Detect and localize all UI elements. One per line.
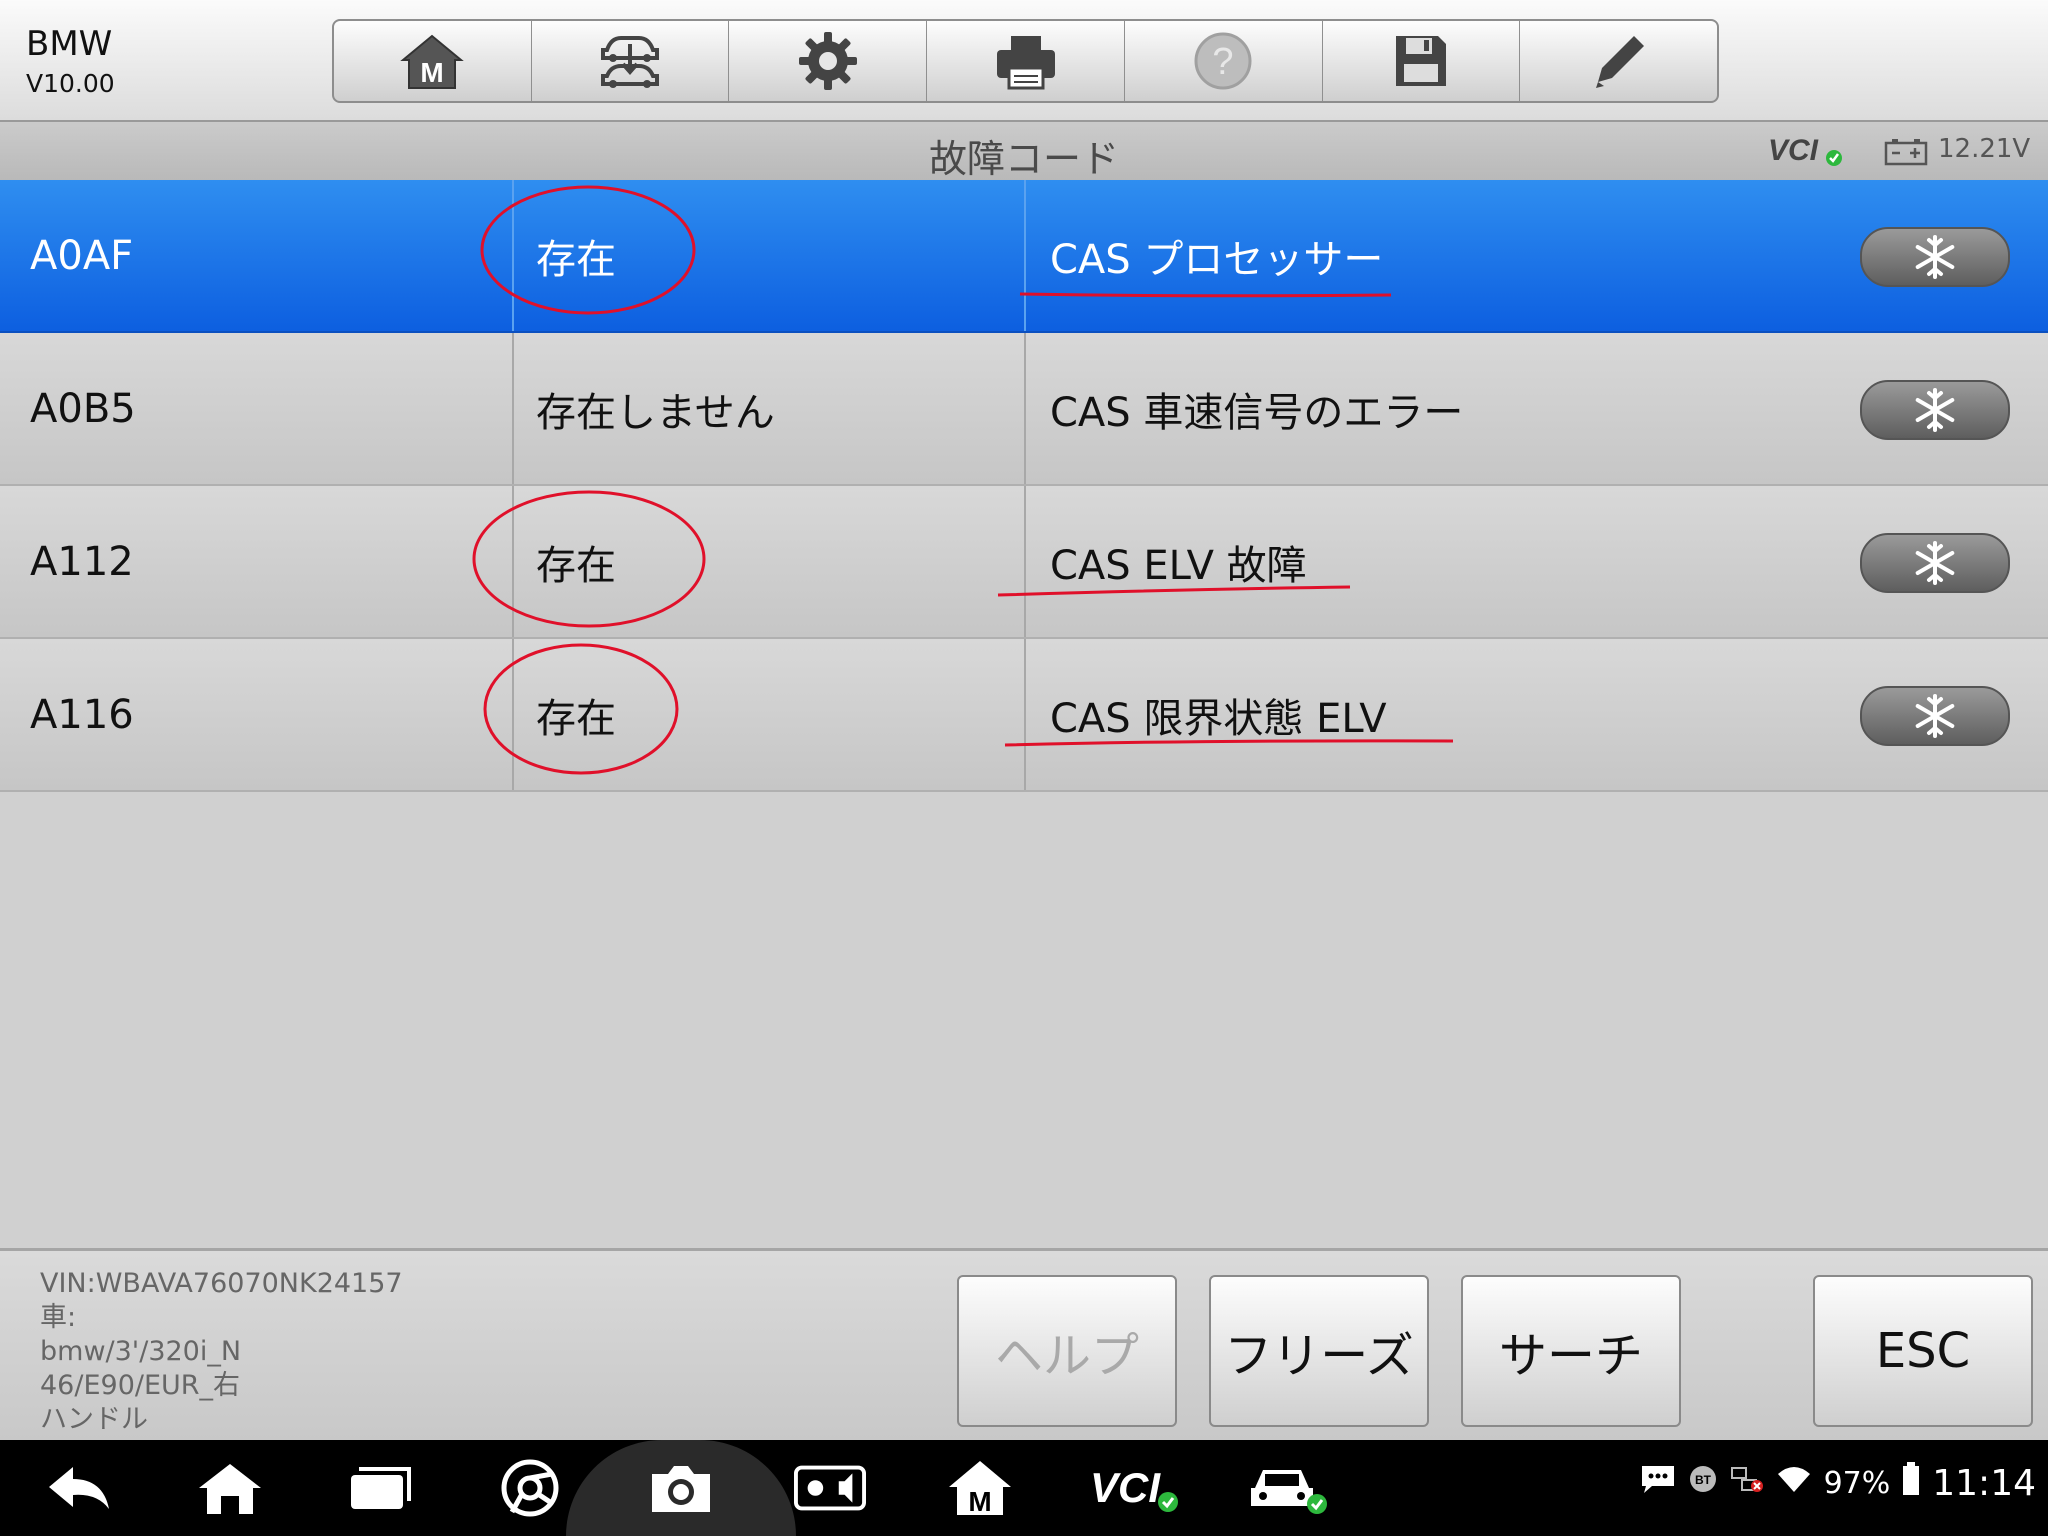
snowflake-icon (1915, 235, 1955, 279)
settings-button[interactable] (729, 21, 928, 101)
vehicle-line: ハンドル (40, 1404, 148, 1435)
home-button[interactable]: M (334, 21, 532, 101)
dtc-description: CAS プロセッサー (1024, 180, 1824, 331)
vehicle-swap-button[interactable] (532, 21, 730, 101)
battery-level: 97% (1823, 1465, 1891, 1501)
wifi-icon (1776, 1464, 1812, 1502)
battery-status-icon (1902, 1462, 1920, 1504)
camera-icon (652, 1466, 710, 1512)
svg-text:?: ? (1213, 41, 1234, 83)
page-title: 故障コード (928, 137, 1119, 181)
back-icon (49, 1467, 109, 1509)
dtc-row-a0b5[interactable]: A0B5 存在しません CAS 車速信号のエラー (0, 333, 2048, 486)
system-nav-bar: M VCI BT 97% 11:14 (0, 1440, 2048, 1536)
vehicle-line: bmw/3'/320i_N (40, 1336, 242, 1367)
home-m-icon: M (949, 1461, 1011, 1517)
brand: BMW V10.00 (26, 22, 115, 102)
status-tray: BT 97% 11:14 (1640, 1462, 2036, 1504)
dtc-row-a112[interactable]: A112 存在 CAS ELV 故障 (0, 486, 2048, 639)
dtc-description: CAS 限界状態 ELV (1024, 639, 1824, 790)
vehicle-status-button[interactable] (1244, 1458, 1334, 1518)
snowflake-icon (1915, 694, 1955, 738)
chrome-icon (501, 1459, 559, 1517)
print-button[interactable] (927, 21, 1125, 101)
recents-icon (351, 1467, 411, 1509)
vehicle-info: VIN:WBAVA76070NK24157 車: bmw/3'/320i_N 4… (40, 1267, 403, 1437)
dtc-table: A0AF 存在 CAS プロセッサー A0B5 存在しません CAS 車速信号の… (0, 180, 2048, 792)
screenshot-button[interactable] (645, 1458, 717, 1518)
dtc-code: A112 (30, 538, 134, 585)
vehicle-swap-icon (601, 36, 660, 88)
dtc-status: 存在 (512, 639, 1024, 790)
app-version: V10.00 (26, 69, 115, 98)
save-icon (1395, 36, 1446, 86)
home-nav-button[interactable] (194, 1458, 266, 1518)
help-icon: ? (1194, 32, 1252, 90)
back-button[interactable] (44, 1458, 116, 1518)
clock: 11:14 (1932, 1462, 2036, 1504)
gear-icon (798, 32, 857, 90)
vci-nav-button[interactable]: VCI (1088, 1458, 1184, 1518)
browser-button[interactable] (494, 1458, 566, 1518)
battery-voltage: 12.21V (1938, 134, 2031, 164)
battery-icon (1884, 138, 1928, 170)
edit-button[interactable] (1520, 21, 1717, 101)
vci-label: VCI (1768, 134, 1819, 167)
help-button[interactable]: ヘルプ (957, 1275, 1177, 1427)
dtc-row-a0af[interactable]: A0AF 存在 CAS プロセッサー (0, 180, 2048, 333)
home-m-icon: M (400, 34, 465, 89)
dtc-code: A0B5 (30, 385, 136, 432)
brightness-volume-icon (794, 1465, 866, 1511)
dtc-code: A0AF (30, 232, 134, 279)
footer: VIN:WBAVA76070NK24157 車: bmw/3'/320i_N 4… (0, 1248, 2048, 1443)
house-icon (199, 1464, 261, 1514)
printer-icon (996, 36, 1055, 90)
dtc-status: 存在 (512, 486, 1024, 637)
freeze-button[interactable]: フリーズ (1209, 1275, 1429, 1427)
dtc-description: CAS 車速信号のエラー (1024, 333, 1824, 484)
network-error-icon (1730, 1464, 1764, 1502)
help-toolbar-button[interactable]: ? (1125, 21, 1323, 101)
recents-button[interactable] (344, 1458, 416, 1518)
freeze-frame-button[interactable] (1860, 227, 2010, 287)
vci-status: VCI (1766, 132, 1846, 172)
freeze-frame-button[interactable] (1860, 686, 2010, 746)
vin-text: VIN:WBAVA76070NK24157 (40, 1268, 403, 1299)
bluetooth-icon: BT (1688, 1464, 1718, 1502)
toolbar: M ? (332, 19, 1719, 103)
vci-icon: VCI (1090, 1464, 1178, 1512)
dtc-code: A116 (30, 691, 134, 738)
esc-button[interactable]: ESC (1813, 1275, 2033, 1427)
search-button[interactable]: サーチ (1461, 1275, 1681, 1427)
pencil-icon (1595, 36, 1644, 88)
vehicle-line: 46/E90/EUR_右 (40, 1370, 241, 1401)
app-name: BMW (26, 24, 113, 64)
brightness-volume-button[interactable] (794, 1458, 866, 1518)
maxisys-button[interactable]: M (944, 1458, 1016, 1518)
snowflake-icon (1915, 541, 1955, 585)
vehicle-label: 車: (40, 1302, 77, 1333)
top-bar: BMW V10.00 M ? (0, 0, 2048, 120)
freeze-frame-button[interactable] (1860, 533, 2010, 593)
save-button[interactable] (1323, 21, 1521, 101)
dtc-status: 存在 (512, 180, 1024, 331)
svg-text:M: M (968, 1486, 991, 1517)
dtc-status: 存在しません (512, 333, 1024, 484)
svg-text:VCI: VCI (1090, 1464, 1161, 1511)
dtc-description: CAS ELV 故障 (1024, 486, 1824, 637)
snowflake-icon (1915, 388, 1955, 432)
svg-text:M: M (421, 57, 444, 88)
title-bar: 故障コード VCI 12.21V (0, 120, 2048, 182)
car-icon (1251, 1470, 1327, 1514)
dtc-row-a116[interactable]: A116 存在 CAS 限界状態 ELV (0, 639, 2048, 792)
chat-icon (1640, 1464, 1676, 1502)
svg-text:BT: BT (1695, 1473, 1712, 1487)
freeze-frame-button[interactable] (1860, 380, 2010, 440)
